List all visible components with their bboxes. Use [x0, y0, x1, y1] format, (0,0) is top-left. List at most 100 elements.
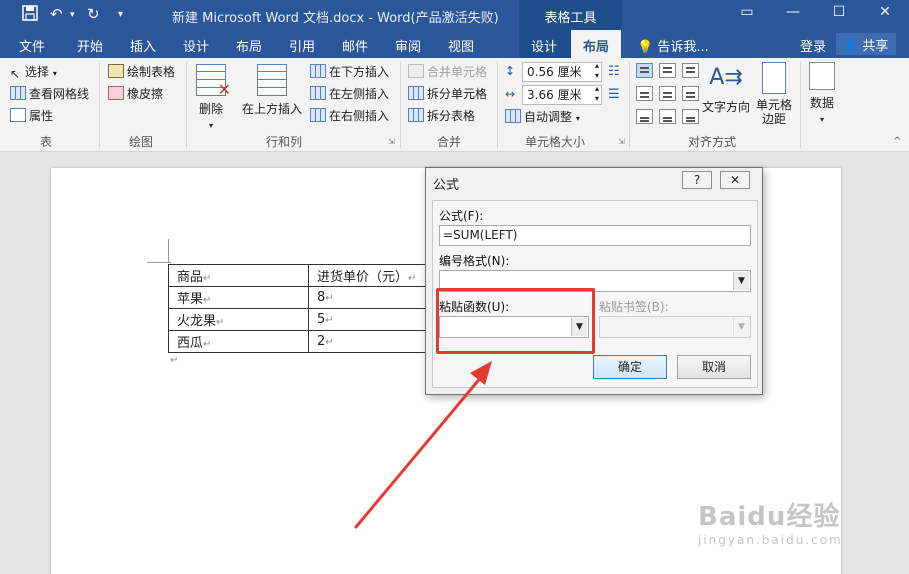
table-tools-context-label: 表格工具: [519, 0, 622, 30]
ok-button[interactable]: 确定: [593, 355, 667, 379]
undo-dropdown-icon[interactable]: ▾: [70, 10, 75, 20]
share-label: 共享: [862, 39, 889, 54]
draw-table-button[interactable]: 绘制表格: [108, 62, 175, 82]
tab-table-design[interactable]: 设计: [519, 30, 571, 58]
group-divider: [99, 62, 100, 148]
collapse-ribbon-icon[interactable]: ^: [893, 136, 901, 147]
save-icon[interactable]: [22, 5, 38, 25]
chevron-down-icon: ▾: [819, 115, 824, 124]
chevron-down-icon[interactable]: ▼: [733, 318, 749, 336]
insert-column-right-icon: [310, 108, 326, 122]
table-row: 商品↵ 进货单价（元）↵: [168, 264, 449, 287]
align-center-right-icon[interactable]: [682, 86, 699, 101]
group-divider: [497, 62, 498, 148]
tab-home[interactable]: 开始: [77, 30, 103, 58]
align-top-center-icon[interactable]: [659, 63, 676, 78]
split-cells-icon: [408, 86, 424, 100]
data-button[interactable]: 数据 ▾: [806, 62, 838, 125]
text-direction-button[interactable]: A⇉ 文字方向: [702, 62, 750, 115]
paste-bookmark-combobox[interactable]: ▼: [599, 316, 751, 338]
align-center-left-icon[interactable]: [636, 86, 653, 101]
table-row: 苹果↵ 8↵: [168, 286, 449, 309]
chevron-down-icon: ▾: [208, 121, 213, 130]
tab-insert[interactable]: 插入: [130, 30, 156, 58]
table-cell[interactable]: 西瓜↵: [168, 330, 309, 353]
undo-icon[interactable]: ↶: [50, 5, 63, 23]
spin-up-down-icon[interactable]: ▴ ▾: [595, 61, 599, 81]
distribute-rows-icon[interactable]: ☷: [608, 64, 620, 79]
tab-review[interactable]: 审阅: [395, 30, 421, 58]
tab-table-layout[interactable]: 布局: [571, 30, 622, 58]
insert-above-button[interactable]: 在上方插入: [242, 64, 302, 117]
group-label-draw: 绘图: [129, 135, 154, 149]
formula-dialog: 公式 ? ✕ 公式(F): =SUM(LEFT) 编号格式(N): ▼ 粘贴函数…: [425, 167, 763, 395]
column-width-input[interactable]: 3.66 厘米 ▴ ▾: [522, 84, 602, 105]
cancel-button[interactable]: 取消: [677, 355, 751, 379]
eraser-button[interactable]: 橡皮擦: [108, 84, 163, 104]
tab-mailings[interactable]: 邮件: [342, 30, 368, 58]
text-direction-icon: A⇉: [709, 65, 743, 90]
paste-bookmark-label: 粘贴书签(B):: [599, 300, 669, 314]
help-button[interactable]: ?: [682, 171, 712, 189]
close-window-icon[interactable]: ✕: [870, 4, 900, 20]
watermark-logo-text: Baidu经验: [698, 502, 841, 532]
insert-row-above-icon: [257, 64, 287, 96]
group-label-table: 表: [40, 135, 53, 149]
chevron-down-icon[interactable]: ▼: [733, 272, 749, 290]
close-button[interactable]: ✕: [720, 171, 750, 189]
align-top-left-icon[interactable]: [636, 63, 653, 78]
split-cells-button[interactable]: 拆分单元格: [408, 84, 487, 104]
tell-me-label: 告诉我...: [657, 40, 709, 55]
spin-up-down-icon[interactable]: ▴ ▾: [595, 84, 599, 104]
table-row: 西瓜↵ 2↵: [168, 330, 449, 353]
table-cell[interactable]: 商品↵: [168, 264, 309, 287]
align-top-right-icon[interactable]: [682, 63, 699, 78]
group-label-alignment: 对齐方式: [688, 135, 737, 149]
align-bottom-left-icon[interactable]: [636, 109, 653, 124]
eraser-icon: [108, 86, 124, 100]
dialog-launcher-icon[interactable]: ⇲: [618, 137, 625, 146]
group-label-rows-columns: 行和列: [266, 135, 303, 149]
dialog-launcher-icon[interactable]: ⇲: [388, 137, 395, 146]
tab-file[interactable]: 文件: [19, 30, 45, 58]
tab-layout[interactable]: 布局: [236, 30, 262, 58]
pencil-icon: [108, 64, 124, 78]
baidu-watermark: Baidu经验 jingyan.baidu.com: [698, 496, 843, 547]
split-table-button[interactable]: 拆分表格: [408, 106, 475, 126]
table-cell[interactable]: 火龙果↵: [168, 308, 309, 331]
insert-left-button[interactable]: 在左侧插入: [310, 84, 389, 104]
maximize-icon[interactable]: ☐: [824, 4, 854, 20]
tab-references[interactable]: 引用: [289, 30, 315, 58]
insert-below-button[interactable]: 在下方插入: [310, 62, 389, 82]
tab-design[interactable]: 设计: [183, 30, 209, 58]
tell-me-box[interactable]: 💡 告诉我...: [637, 30, 709, 58]
row-height-input[interactable]: 0.56 厘米 ▴ ▾: [522, 61, 602, 82]
delete-button[interactable]: ✕ 删除 ▾: [194, 64, 231, 131]
chevron-down-icon: ▾: [52, 69, 57, 78]
cell-margins-button[interactable]: 单元格 边距: [756, 62, 792, 126]
align-bottom-right-icon[interactable]: [682, 109, 699, 124]
table-cell[interactable]: 苹果↵: [168, 286, 309, 309]
group-divider: [629, 62, 630, 148]
cell-end-mark: ↵: [325, 337, 334, 348]
data-icon: [809, 62, 835, 90]
redo-icon[interactable]: ↻: [87, 5, 100, 23]
autofit-button[interactable]: 自动调整 ▾: [505, 107, 580, 127]
align-bottom-center-icon[interactable]: [659, 109, 676, 124]
formula-input[interactable]: =SUM(LEFT): [439, 225, 751, 246]
ribbon-display-options-icon[interactable]: ▭: [732, 4, 762, 20]
distribute-columns-icon[interactable]: ☰: [608, 87, 620, 102]
share-button[interactable]: 👤 共享: [836, 33, 896, 55]
tab-view[interactable]: 视图: [448, 30, 474, 58]
customize-qat-icon[interactable]: ▾: [118, 9, 123, 20]
select-button[interactable]: ↖ 选择 ▾: [10, 62, 57, 82]
minimize-icon[interactable]: —: [778, 4, 808, 20]
insert-right-button[interactable]: 在右侧插入: [310, 106, 389, 126]
login-link[interactable]: 登录: [800, 30, 826, 58]
merge-cells-button[interactable]: 合并单元格: [408, 62, 487, 82]
cell-end-mark: ↵: [203, 339, 212, 350]
ribbon-layout-panel: ↖ 选择 ▾ 查看网格线 属性 表 绘制表格 橡皮擦 绘图 ✕ 删除 ▾ 在上方插入…: [0, 58, 909, 152]
properties-button[interactable]: 属性: [10, 106, 53, 126]
align-center-icon[interactable]: [659, 86, 676, 101]
view-gridlines-button[interactable]: 查看网格线: [10, 84, 89, 104]
